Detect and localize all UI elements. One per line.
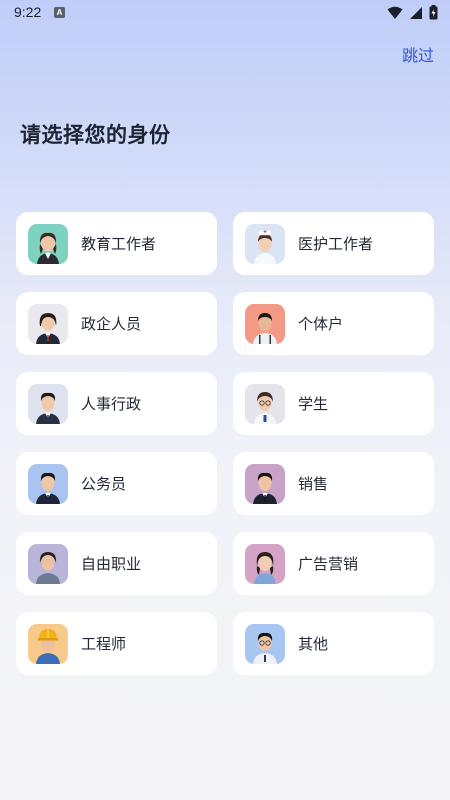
identity-card-sales[interactable]: 销售: [233, 452, 434, 515]
identity-label: 公务员: [81, 475, 127, 493]
skip-button[interactable]: 跳过: [402, 42, 434, 66]
wifi-icon: [387, 6, 403, 19]
other-avatar: [245, 623, 285, 664]
identity-label: 自由职业: [81, 555, 142, 573]
identity-label: 学生: [298, 395, 329, 413]
identity-card-teacher[interactable]: 教育工作者: [16, 212, 217, 275]
identity-card-medical[interactable]: 医护工作者: [233, 212, 434, 275]
signal-icon: [410, 6, 422, 19]
identity-card-engineer[interactable]: 工程师: [16, 612, 217, 675]
teacher-avatar: [28, 223, 68, 264]
civil-servant-avatar: [28, 463, 68, 504]
notification-a-icon: A: [54, 7, 65, 18]
identity-label: 教育工作者: [81, 235, 157, 253]
marketing-avatar: [245, 543, 285, 584]
identity-card-civil-servant[interactable]: 公务员: [16, 452, 217, 515]
self-employed-avatar: [245, 303, 285, 344]
student-avatar: [245, 383, 285, 424]
official-avatar: [28, 303, 68, 344]
identity-label: 销售: [298, 475, 329, 493]
identity-card-government-enterprise[interactable]: 政企人员: [16, 292, 217, 355]
identity-label: 政企人员: [81, 315, 142, 333]
identity-label: 其他: [298, 635, 329, 653]
identity-label: 广告营销: [298, 555, 359, 573]
identity-card-freelancer[interactable]: 自由职业: [16, 532, 217, 595]
identity-card-student[interactable]: 学生: [233, 372, 434, 435]
identity-card-marketing[interactable]: 广告营销: [233, 532, 434, 595]
identity-label: 个体户: [298, 315, 344, 333]
identity-card-hr-admin[interactable]: 人事行政: [16, 372, 217, 435]
identity-card-self-employed[interactable]: 个体户: [233, 292, 434, 355]
identity-card-other[interactable]: 其他: [233, 612, 434, 675]
battery-icon: [429, 5, 438, 20]
page-title: 请选择您的身份: [20, 123, 171, 147]
identity-label: 医护工作者: [298, 235, 374, 253]
identity-label: 人事行政: [81, 395, 142, 413]
sales-avatar: [245, 463, 285, 504]
status-time: 9:22: [14, 4, 42, 20]
engineer-avatar: [28, 623, 68, 664]
status-icons: [387, 5, 438, 20]
freelancer-avatar: [28, 543, 68, 584]
nurse-avatar: [245, 223, 285, 264]
hr-avatar: [28, 383, 68, 424]
identity-label: 工程师: [81, 635, 127, 653]
status-bar: 9:22 A: [0, 0, 450, 26]
